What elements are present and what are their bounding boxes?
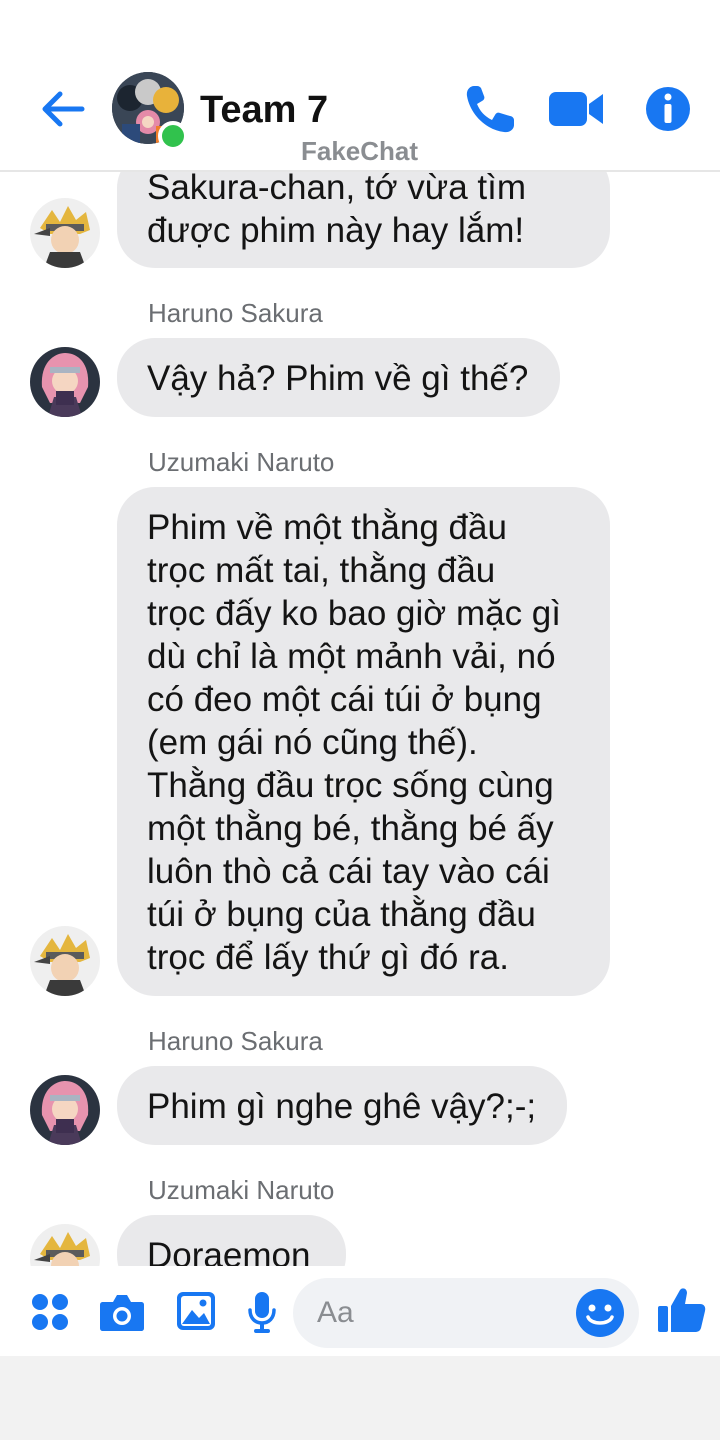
naruto-avatar[interactable] [30,1224,100,1266]
message-input[interactable]: Aa [293,1278,639,1348]
info-button[interactable] [643,82,693,136]
phone-icon [466,86,514,133]
emoji-button[interactable] [575,1288,625,1343]
keyboard-area [0,1356,720,1440]
sender-name: Uzumaki Naruto [148,447,335,477]
sakura-avatar[interactable] [30,1075,100,1145]
back-arrow-icon [42,91,85,127]
camera-icon [100,1295,144,1331]
sakura-avatar-image [30,1075,100,1145]
message-bubble[interactable]: Vậy hả? Phim về gì thế? [117,338,560,417]
chat-screen: Team 7 FakeChat Sakura-chan, tớ vừa tìm … [0,0,720,1440]
message-text: Sakura-chan, tớ vừa tìm được phim này ha… [147,172,527,250]
info-icon [646,87,690,131]
like-button[interactable] [656,1286,706,1341]
message-bubble[interactable]: Phim gì nghe ghê vậy?;-; [117,1066,567,1145]
microphone-icon [248,1292,276,1333]
sender-name: Uzumaki Naruto [148,1175,335,1205]
sender-name: Haruno Sakura [148,1026,323,1056]
gallery-button[interactable] [175,1290,217,1337]
naruto-avatar[interactable] [30,926,100,996]
emoji-icon [576,1289,624,1337]
message-bubble[interactable]: Phim về một thằng đầu trọc mất tai, thằn… [117,487,610,996]
naruto-avatar-image [30,198,100,268]
message-input-placeholder: Aa [317,1296,354,1329]
message-text: Vậy hả? Phim về gì thế? [147,359,529,398]
camera-button[interactable] [99,1292,145,1337]
apps-button[interactable] [30,1292,70,1337]
image-icon [177,1292,215,1330]
sakura-avatar-image [30,347,100,417]
voice-button[interactable] [247,1290,277,1339]
naruto-avatar[interactable] [30,198,100,268]
message-text: Doraemon [147,1236,311,1266]
chat-title[interactable]: Team 7 [200,84,328,136]
sender-name: Haruno Sakura [148,298,323,328]
video-camera-icon [549,92,603,126]
message-text: Phim về một thằng đầu trọc mất tai, thằn… [147,508,561,977]
message-composer: Aa [0,1266,720,1356]
naruto-avatar-image [30,1224,100,1266]
message-text: Phim gì nghe ghê vậy?;-; [147,1087,537,1126]
video-call-button[interactable] [546,82,606,136]
naruto-avatar-image [30,926,100,996]
thumbs-up-icon [658,1288,706,1332]
back-button[interactable] [38,84,88,134]
message-bubble[interactable]: Doraemon [117,1215,346,1266]
apps-grid-icon [32,1294,68,1330]
message-bubble[interactable]: Sakura-chan, tớ vừa tìm được phim này ha… [117,172,610,268]
sakura-avatar[interactable] [30,347,100,417]
call-button[interactable] [462,82,518,136]
chat-header: Team 7 FakeChat [0,0,720,172]
online-status-dot [158,121,188,151]
watermark-label: FakeChat [301,136,419,166]
message-list[interactable]: Sakura-chan, tớ vừa tìm được phim này ha… [0,172,720,1266]
